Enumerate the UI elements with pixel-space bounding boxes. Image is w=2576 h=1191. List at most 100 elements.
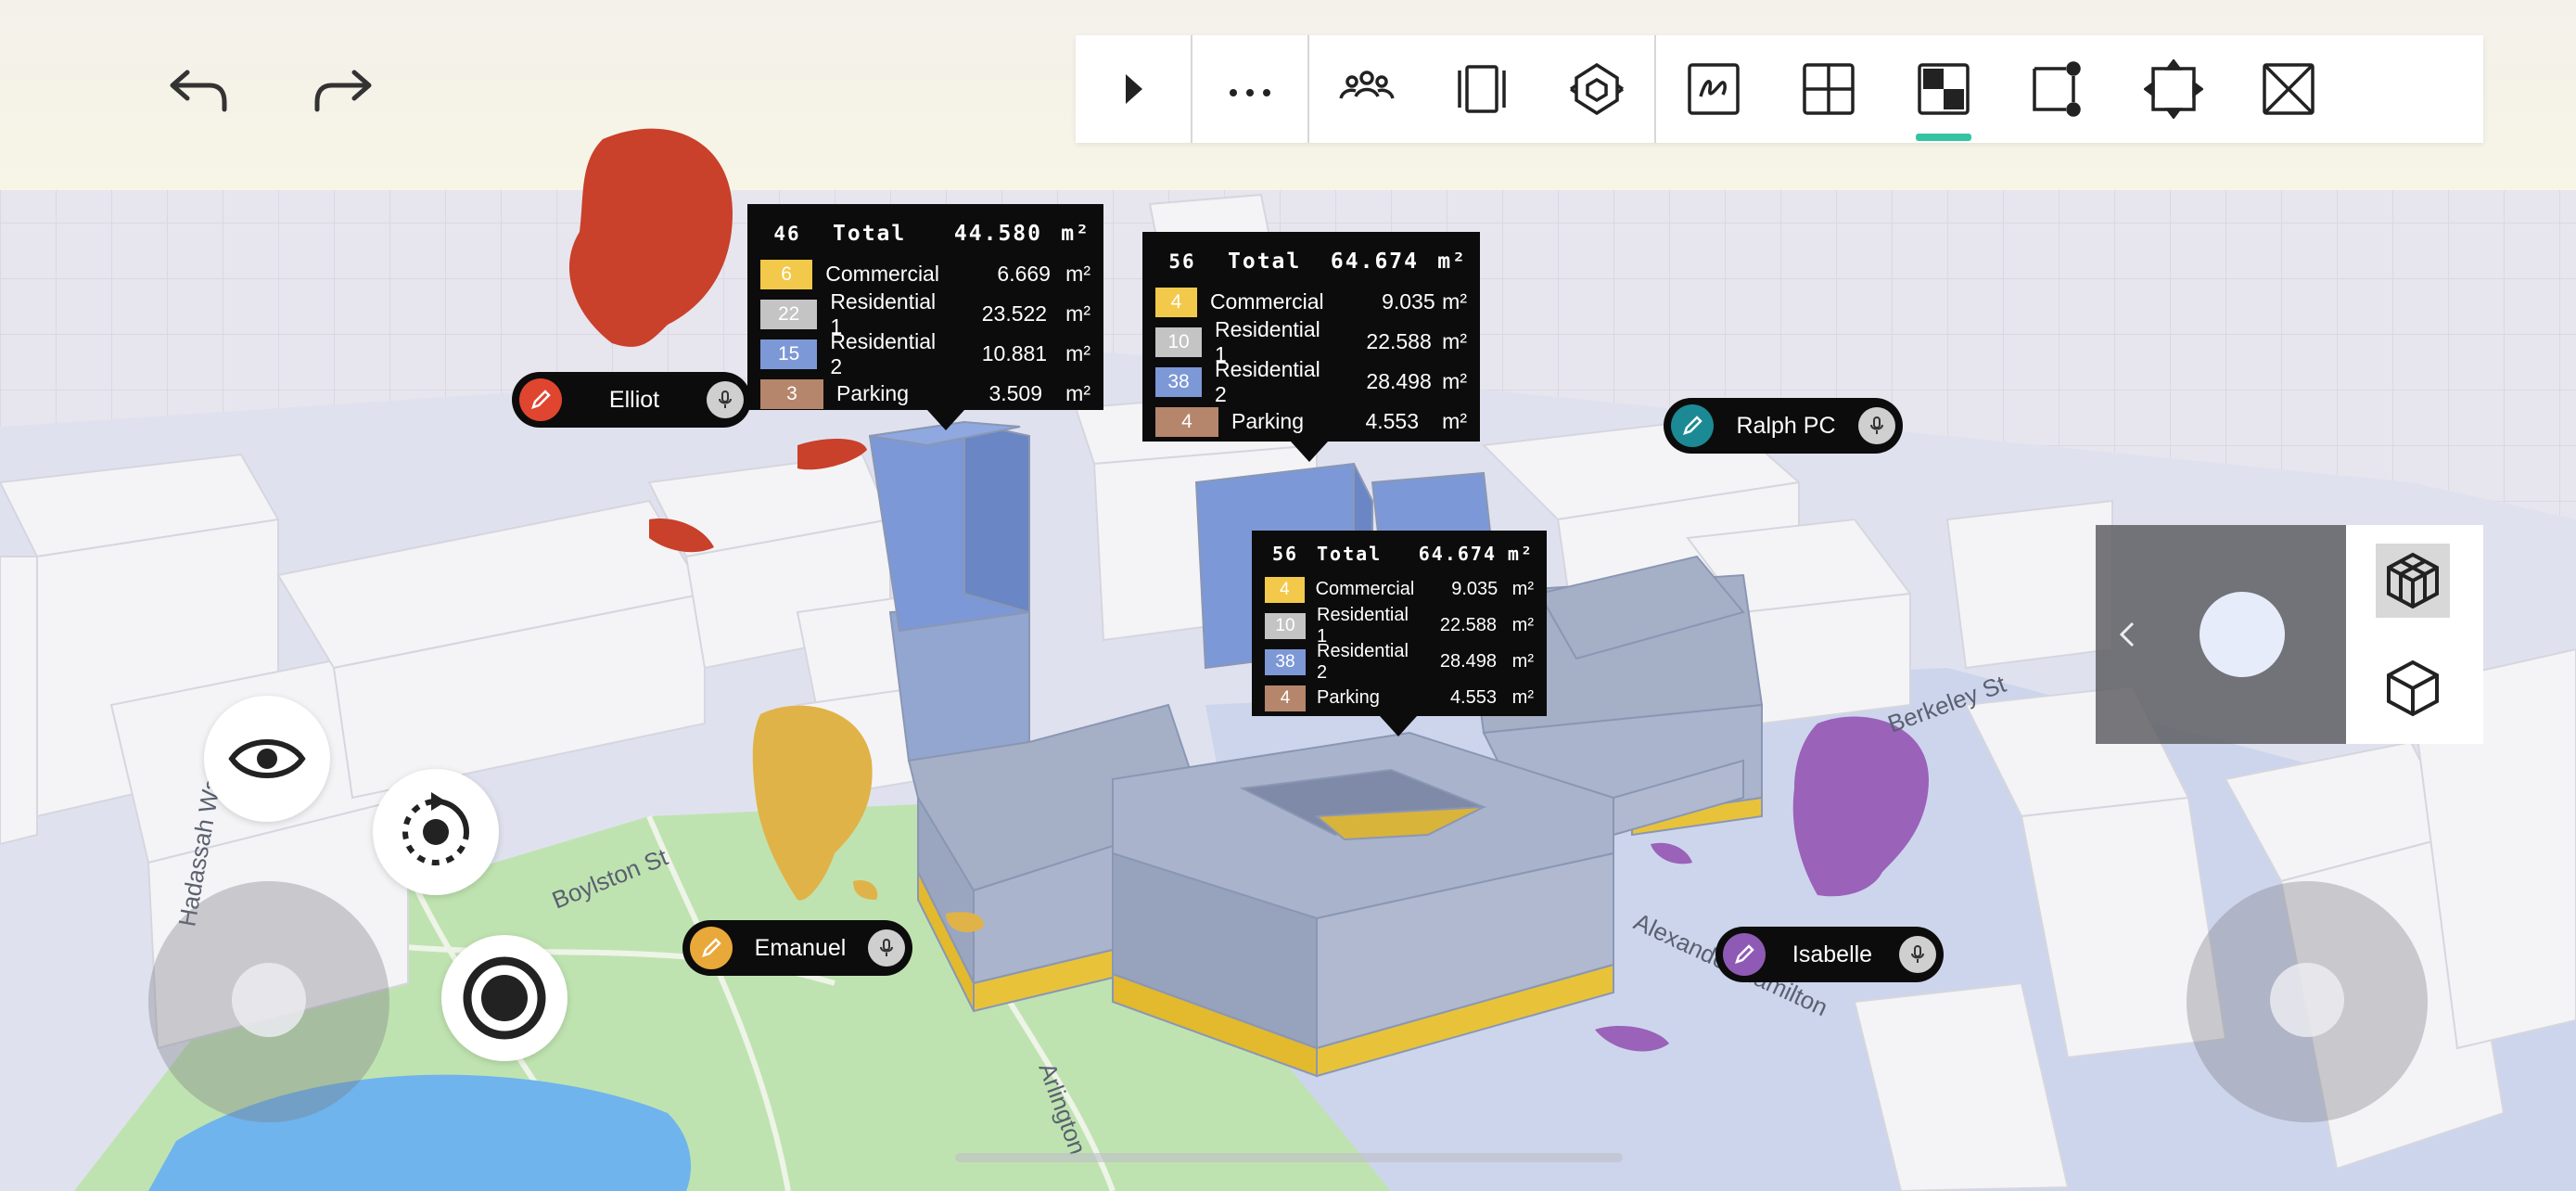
play-button[interactable] (1076, 35, 1191, 143)
microphone-icon[interactable] (868, 929, 905, 967)
category-count-badge: 38 (1265, 648, 1306, 675)
close-box-button[interactable] (2231, 35, 2346, 143)
edit-node-button[interactable] (2001, 35, 2116, 143)
ar-view-button[interactable] (1539, 35, 1654, 143)
card-row-parking: 3 Parking 3.509 m² (760, 374, 1090, 414)
move-joystick-knob[interactable] (232, 963, 306, 1037)
category-unit: m² (1442, 369, 1467, 393)
user-tag-elliot[interactable]: Elliot (512, 372, 751, 428)
category-value: 3.509 (988, 381, 1042, 405)
microphone-icon[interactable] (1858, 407, 1895, 444)
record-icon (463, 956, 546, 1040)
card-pointer (1291, 442, 1328, 462)
category-value: 4.553 (1365, 409, 1419, 433)
total-value: 44.580 (953, 222, 1042, 246)
category-unit: m² (1511, 579, 1534, 599)
category-unit: m² (1511, 651, 1534, 672)
undo-button[interactable] (161, 61, 232, 119)
category-count-badge: 6 (760, 259, 813, 289)
total-label: Total (833, 222, 907, 246)
category-unit: m² (1065, 381, 1090, 405)
user-name: Emanuel (754, 934, 847, 961)
category-label: Residential 2 (830, 328, 937, 378)
category-value: 22.588 (1366, 329, 1432, 353)
eye-icon (228, 739, 306, 778)
undo-icon (170, 70, 227, 112)
total-unit: m² (1507, 543, 1534, 565)
category-count-badge: 15 (760, 339, 818, 369)
sketch-button[interactable] (1656, 35, 1771, 143)
view-preview[interactable] (2096, 525, 2346, 744)
fit-frame-button[interactable] (2116, 35, 2231, 143)
microphone-icon[interactable] (1899, 936, 1936, 973)
play-icon (1126, 74, 1142, 104)
category-count-badge: 3 (760, 378, 823, 409)
category-unit: m² (1442, 409, 1467, 433)
category-count-badge: 4 (1155, 287, 1197, 317)
ar-cube-icon (1570, 62, 1624, 116)
record-button[interactable] (441, 935, 567, 1061)
top-toolbar (1076, 35, 2483, 143)
edit-node-icon (2033, 61, 2081, 117)
view-box-button[interactable] (2376, 651, 2450, 725)
category-label: Parking (836, 381, 909, 405)
category-count-badge: 22 (760, 299, 818, 329)
chevron-left-icon[interactable] (2116, 618, 2138, 651)
view-toggle-knob[interactable] (2200, 592, 2285, 677)
total-value: 64.674 (1330, 250, 1419, 274)
user-tag-emanuel[interactable]: Emanuel (682, 920, 912, 976)
grid-add-icon (1803, 63, 1855, 115)
user-name: Isabelle (1792, 941, 1873, 967)
category-label: Residential 2 (1214, 356, 1320, 406)
category-value: 10.881 (981, 341, 1048, 365)
home-indicator[interactable] (955, 1153, 1623, 1162)
category-value: 23.522 (981, 301, 1048, 326)
orbit-icon (402, 792, 469, 865)
category-label: Parking (1317, 687, 1380, 708)
card-row-residential1: 10 Residential 1 22.588 m² (1265, 605, 1534, 647)
panel-button[interactable] (1424, 35, 1539, 143)
category-label: Commercial (1209, 289, 1324, 314)
card-row-parking: 4 Parking 4.553 m² (1265, 680, 1534, 716)
area-card-left[interactable]: 46 Total 44.580 m² 6 Commercial 6.669 m² 22 R… (747, 204, 1103, 430)
total-unit: m² (1437, 250, 1467, 274)
look-joystick-knob[interactable] (2270, 963, 2344, 1037)
user-name: Ralph PC (1736, 412, 1836, 439)
sketch-icon (1688, 63, 1740, 115)
redo-icon (314, 70, 372, 112)
category-count-badge: 4 (1155, 406, 1218, 437)
close-box-icon (2263, 63, 2315, 115)
category-value: 9.035 (1382, 289, 1435, 314)
users-button[interactable] (1309, 35, 1424, 143)
visibility-button[interactable] (204, 696, 330, 822)
redo-button[interactable] (310, 61, 380, 119)
orbit-button[interactable] (373, 769, 499, 895)
pencil-icon (519, 378, 562, 421)
view-3d-button[interactable] (2376, 544, 2450, 618)
card-total-row: 56 Total 64.674 m² (1155, 241, 1467, 282)
area-card-center[interactable]: 56 Total 64.674 m² 4 Commercial 9.035 m² 10 R… (1252, 531, 1547, 736)
category-label: Commercial (1315, 579, 1415, 599)
card-row-commercial: 4 Commercial 9.035 m² (1265, 571, 1534, 608)
category-value: 22.588 (1439, 615, 1497, 635)
card-pointer (927, 410, 964, 430)
users-icon (1339, 70, 1395, 99)
category-count-badge: 10 (1155, 327, 1202, 357)
microphone-icon[interactable] (707, 381, 744, 418)
total-value: 64.674 (1418, 543, 1497, 565)
area-card-middle[interactable]: 56 Total 64.674 m² 4 Commercial 9.035 m² 10 R… (1142, 232, 1480, 462)
pencil-icon (690, 927, 733, 969)
user-tag-ralph[interactable]: Ralph PC (1664, 398, 1903, 454)
checker-button[interactable] (1886, 35, 2001, 143)
category-value: 28.498 (1439, 651, 1497, 672)
more-icon (1230, 89, 1270, 96)
card-total-row: 56 Total 64.674 m² (1265, 536, 1534, 571)
user-tag-isabelle[interactable]: Isabelle (1715, 927, 1944, 982)
panel-icon (1458, 65, 1506, 113)
total-label: Total (1228, 250, 1302, 274)
grid-add-button[interactable] (1771, 35, 1886, 143)
category-unit: m² (1065, 262, 1090, 286)
card-row-residential2: 38 Residential 2 28.498 m² (1265, 641, 1534, 683)
category-label: Commercial (825, 262, 939, 286)
more-button[interactable] (1192, 35, 1307, 143)
